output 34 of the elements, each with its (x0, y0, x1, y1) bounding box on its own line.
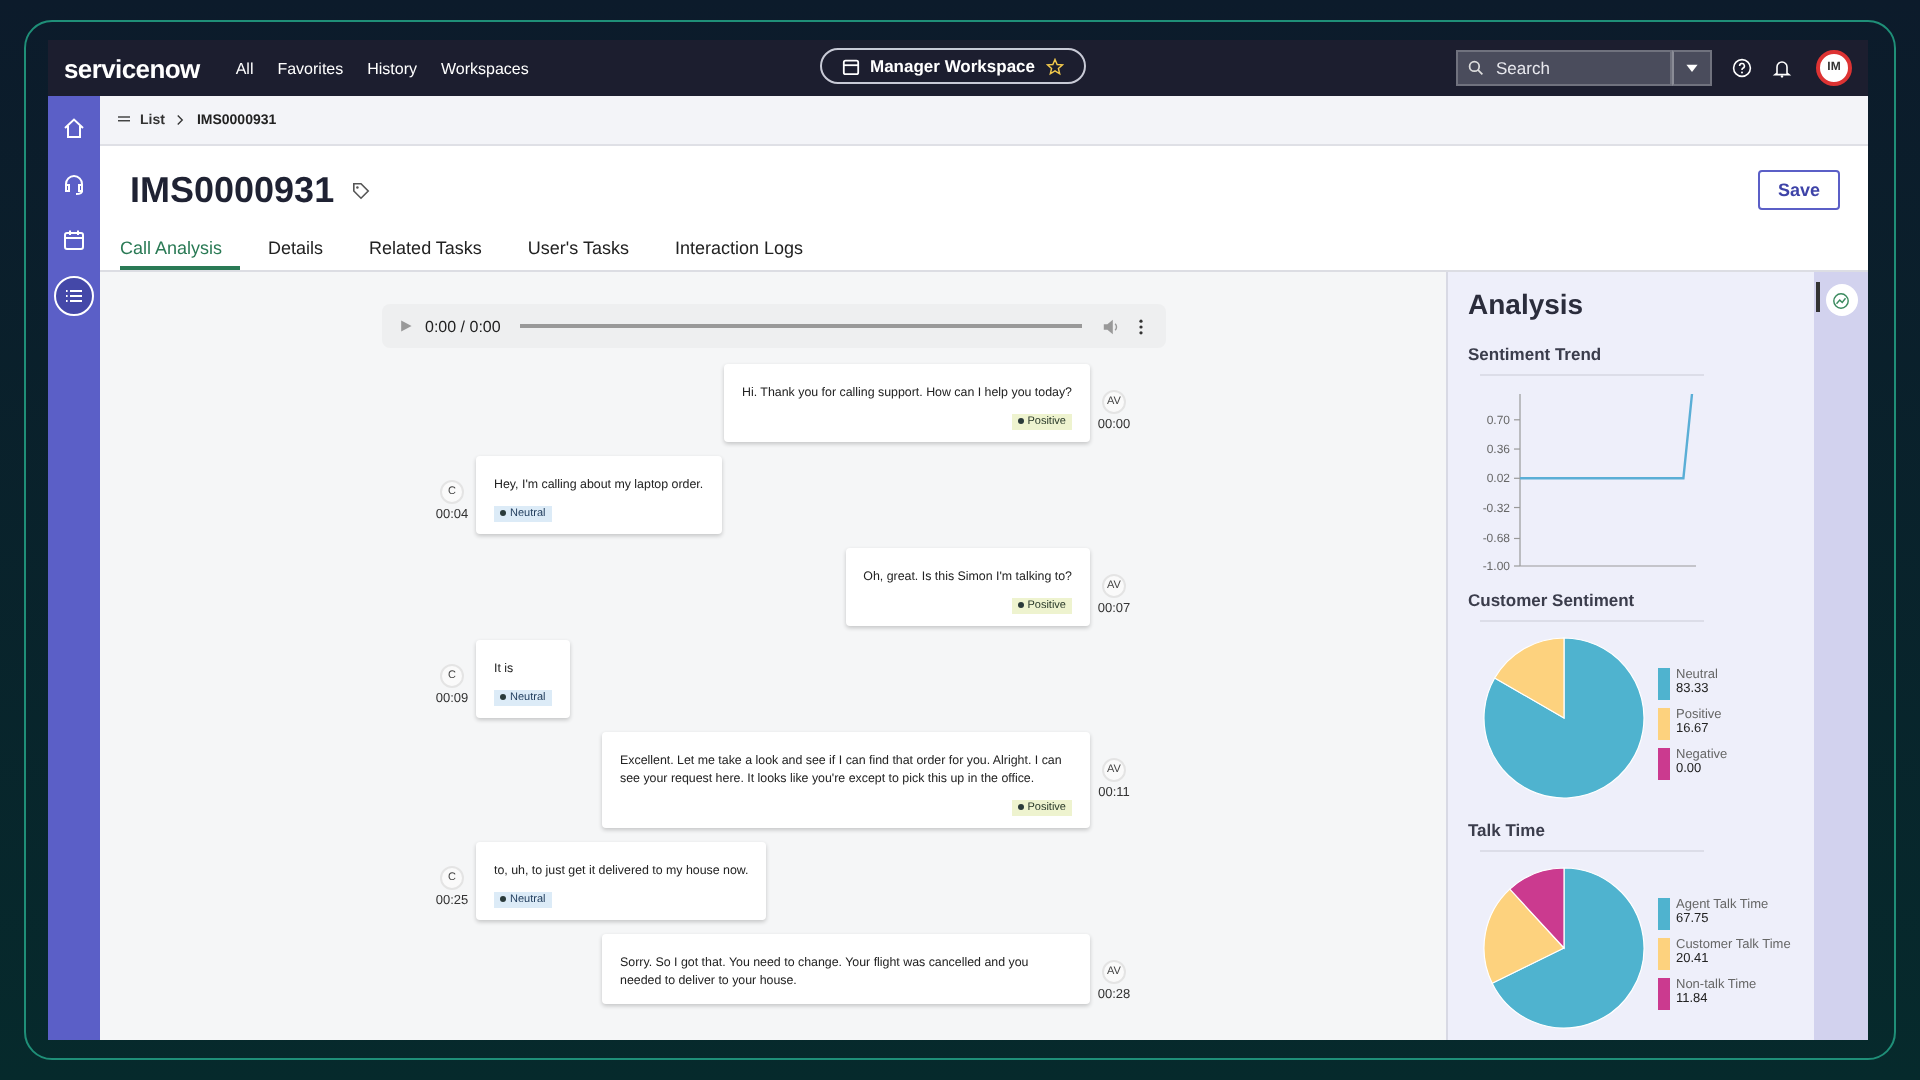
search-dropdown-button[interactable] (1672, 50, 1712, 86)
calendar-icon (62, 228, 86, 252)
search-icon (1468, 60, 1484, 76)
nav-link[interactable]: Favorites (277, 59, 344, 77)
record-title: IMS0000931 (130, 169, 335, 211)
caret-icon (1684, 60, 1700, 76)
tab[interactable]: Related Tasks (349, 234, 500, 270)
home-icon (62, 116, 86, 140)
nav-link[interactable]: History (367, 59, 418, 77)
chart-toggle-button[interactable] (1825, 284, 1857, 316)
playback-time: 0:00 / 0:00 (425, 317, 501, 335)
section-title: Customer Sentiment (1468, 590, 1637, 610)
panel-title: Analysis (1468, 288, 1586, 320)
nav-link[interactable]: All (235, 59, 254, 77)
tab[interactable]: Details (248, 234, 342, 270)
chart-icon (1832, 291, 1850, 309)
tag-icon[interactable] (352, 181, 371, 199)
headset-icon (62, 172, 86, 196)
list-icon (118, 114, 130, 126)
calendar-icon (842, 57, 860, 75)
tab[interactable]: Interaction Logs (655, 234, 822, 270)
chevron-icon (174, 114, 187, 126)
tab[interactable]: User's Tasks (507, 234, 647, 270)
save-button[interactable]: Save (1757, 170, 1840, 210)
nav-link[interactable]: Workspaces (441, 59, 529, 77)
bell-icon[interactable] (1772, 58, 1792, 78)
sidebar-item[interactable] (54, 276, 94, 316)
section-title: Sentiment Trend (1468, 344, 1604, 364)
logo[interactable]: servicenow (64, 53, 200, 83)
section-title: Talk Time (1468, 820, 1547, 840)
help-icon[interactable] (1732, 58, 1752, 78)
star-icon[interactable] (1045, 57, 1064, 75)
workspace-button[interactable]: Manager Workspace (820, 48, 1086, 84)
search-field[interactable]: Search (1456, 50, 1672, 86)
